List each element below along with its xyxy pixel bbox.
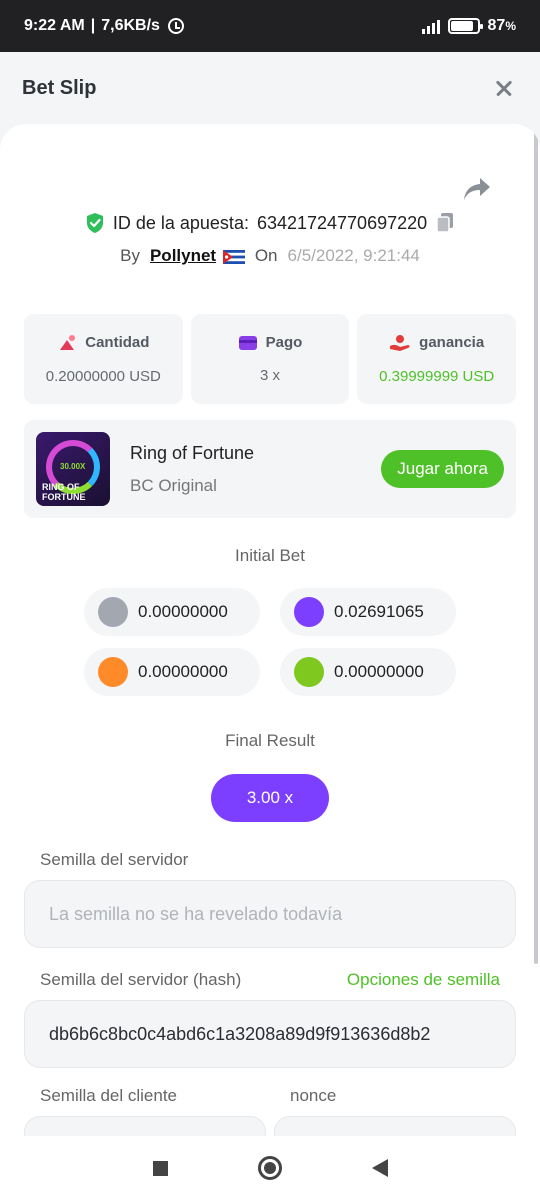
on-label: On bbox=[254, 246, 278, 265]
nonce-field[interactable] bbox=[274, 1116, 516, 1136]
sheet-background: ID de la apuesta: 63421724770697220 By P… bbox=[0, 124, 540, 1136]
server-seed-label: Semilla del servidor bbox=[40, 850, 189, 869]
stat-amount-value: 0.20000000 USD bbox=[45, 367, 161, 385]
battery-percent: 87% bbox=[488, 17, 516, 35]
bet-id-label: ID de la apuesta: bbox=[112, 212, 249, 233]
divider: | bbox=[90, 17, 96, 34]
shield-check-icon bbox=[86, 213, 103, 233]
back-icon[interactable] bbox=[371, 1159, 388, 1177]
status-left: 9:22 AM | 7,6KB/s bbox=[24, 17, 184, 35]
thumb-title: RING OF FORTUNE bbox=[42, 482, 86, 502]
chip-dot-green bbox=[294, 657, 324, 687]
bet-amount-icon bbox=[60, 334, 76, 350]
stat-profit-label: ganancia bbox=[419, 334, 485, 351]
bet-slip-header: Bet Slip bbox=[0, 52, 540, 124]
bet-id-value: 63421724770697220 bbox=[256, 212, 428, 233]
game-name: Ring of Fortune bbox=[130, 442, 255, 463]
client-seed-label: Semilla del cliente bbox=[40, 1086, 178, 1105]
username: Pollynet bbox=[149, 246, 217, 265]
stat-payout: Pago 3 x bbox=[190, 314, 350, 404]
battery-fill bbox=[450, 21, 474, 31]
bet-stats: Cantidad 0.20000000 USD Pago 3 x gananci… bbox=[24, 314, 517, 404]
chip-dot-grey bbox=[98, 597, 128, 627]
copy-icon[interactable] bbox=[435, 212, 455, 234]
chip-value: 0.00000000 bbox=[334, 662, 424, 681]
by-label: By bbox=[120, 246, 140, 265]
close-icon[interactable] bbox=[490, 74, 518, 102]
game-info: Ring of Fortune BC Original bbox=[130, 443, 254, 496]
stat-payout-value: 3 x bbox=[260, 367, 281, 384]
nonce-label: nonce bbox=[290, 1086, 337, 1105]
stat-profit-label-row: ganancia bbox=[389, 334, 484, 352]
clock: 9:22 AM bbox=[24, 17, 85, 34]
battery-icon bbox=[447, 18, 483, 34]
bet-chip-purple: 0.02691065 bbox=[280, 588, 456, 636]
client-seed-field[interactable] bbox=[24, 1116, 266, 1136]
chip-value: 0.02691065 bbox=[334, 602, 424, 621]
final-result-value: 3.00 x bbox=[211, 774, 329, 822]
chip-value: 0.00000000 bbox=[138, 662, 228, 681]
stat-profit: ganancia 0.39999999 USD bbox=[357, 314, 517, 404]
hand-coin-icon bbox=[390, 334, 410, 351]
battery-level: 87 bbox=[487, 17, 506, 34]
network-speed: 7,6KB/s bbox=[101, 17, 160, 34]
user-link[interactable]: Pollynet bbox=[150, 246, 245, 266]
stat-payout-label-row: Pago bbox=[238, 334, 303, 351]
chip-dot-orange bbox=[98, 657, 128, 687]
initial-bet-chips: 0.00000000 0.02691065 0.00000000 0.00000… bbox=[84, 588, 458, 696]
chip-value: 0.00000000 bbox=[138, 602, 228, 621]
thumb-multiplier: 30.00X bbox=[60, 462, 86, 471]
alarm-icon bbox=[167, 18, 184, 34]
status-right: 87% bbox=[421, 17, 516, 35]
system-nav-bar bbox=[0, 1136, 540, 1200]
page-title: Bet Slip bbox=[22, 76, 97, 99]
server-seed-hash-field[interactable]: db6b6c8bc0c4abd6c1a3208a89d9f913636d8b2 bbox=[24, 1000, 516, 1068]
bet-chip-green: 0.00000000 bbox=[280, 648, 456, 696]
play-now-button[interactable]: Jugar ahora bbox=[381, 450, 504, 488]
stat-payout-label: Pago bbox=[265, 334, 303, 351]
seed-options-link[interactable]: Opciones de semilla bbox=[347, 970, 500, 990]
stat-amount-label: Cantidad bbox=[85, 334, 150, 351]
bet-date: 6/5/2022, 9:21:44 bbox=[287, 246, 420, 265]
server-seed-hash-label: Semilla del servidor (hash) bbox=[40, 970, 242, 989]
bet-id-row: ID de la apuesta: 63421724770697220 bbox=[0, 212, 540, 234]
status-bar: 9:22 AM | 7,6KB/s 87% bbox=[0, 0, 540, 52]
bet-detail-card: ID de la apuesta: 63421724770697220 By P… bbox=[0, 124, 540, 1136]
server-seed-field[interactable]: La semilla no se ha revelado todavía bbox=[24, 880, 516, 948]
stat-amount: Cantidad 0.20000000 USD bbox=[24, 314, 183, 404]
scrollbar[interactable] bbox=[534, 124, 538, 964]
share-icon[interactable] bbox=[462, 176, 492, 202]
stat-amount-label-row: Cantidad bbox=[57, 334, 149, 352]
bet-meta-row: By Pollynet On 6/5/2022, 9:21:44 bbox=[0, 246, 540, 266]
bet-chip-orange: 0.00000000 bbox=[84, 648, 260, 696]
game-card[interactable]: 30.00X RING OF FORTUNE Ring of Fortune B… bbox=[24, 420, 516, 518]
home-icon[interactable] bbox=[257, 1156, 282, 1180]
stat-profit-value: 0.39999999 USD bbox=[379, 367, 495, 385]
cuba-flag-icon bbox=[222, 249, 245, 264]
recents-icon[interactable] bbox=[152, 1160, 168, 1176]
card-icon bbox=[238, 335, 257, 350]
final-result-label: Final Result bbox=[225, 731, 315, 750]
game-provider: BC Original bbox=[130, 475, 217, 495]
initial-bet-label: Initial Bet bbox=[235, 546, 305, 565]
signal-icon bbox=[421, 18, 440, 34]
battery-unit: % bbox=[505, 19, 516, 33]
bet-chip-grey: 0.00000000 bbox=[84, 588, 260, 636]
chip-dot-purple bbox=[294, 597, 324, 627]
game-thumbnail: 30.00X RING OF FORTUNE bbox=[36, 432, 110, 506]
